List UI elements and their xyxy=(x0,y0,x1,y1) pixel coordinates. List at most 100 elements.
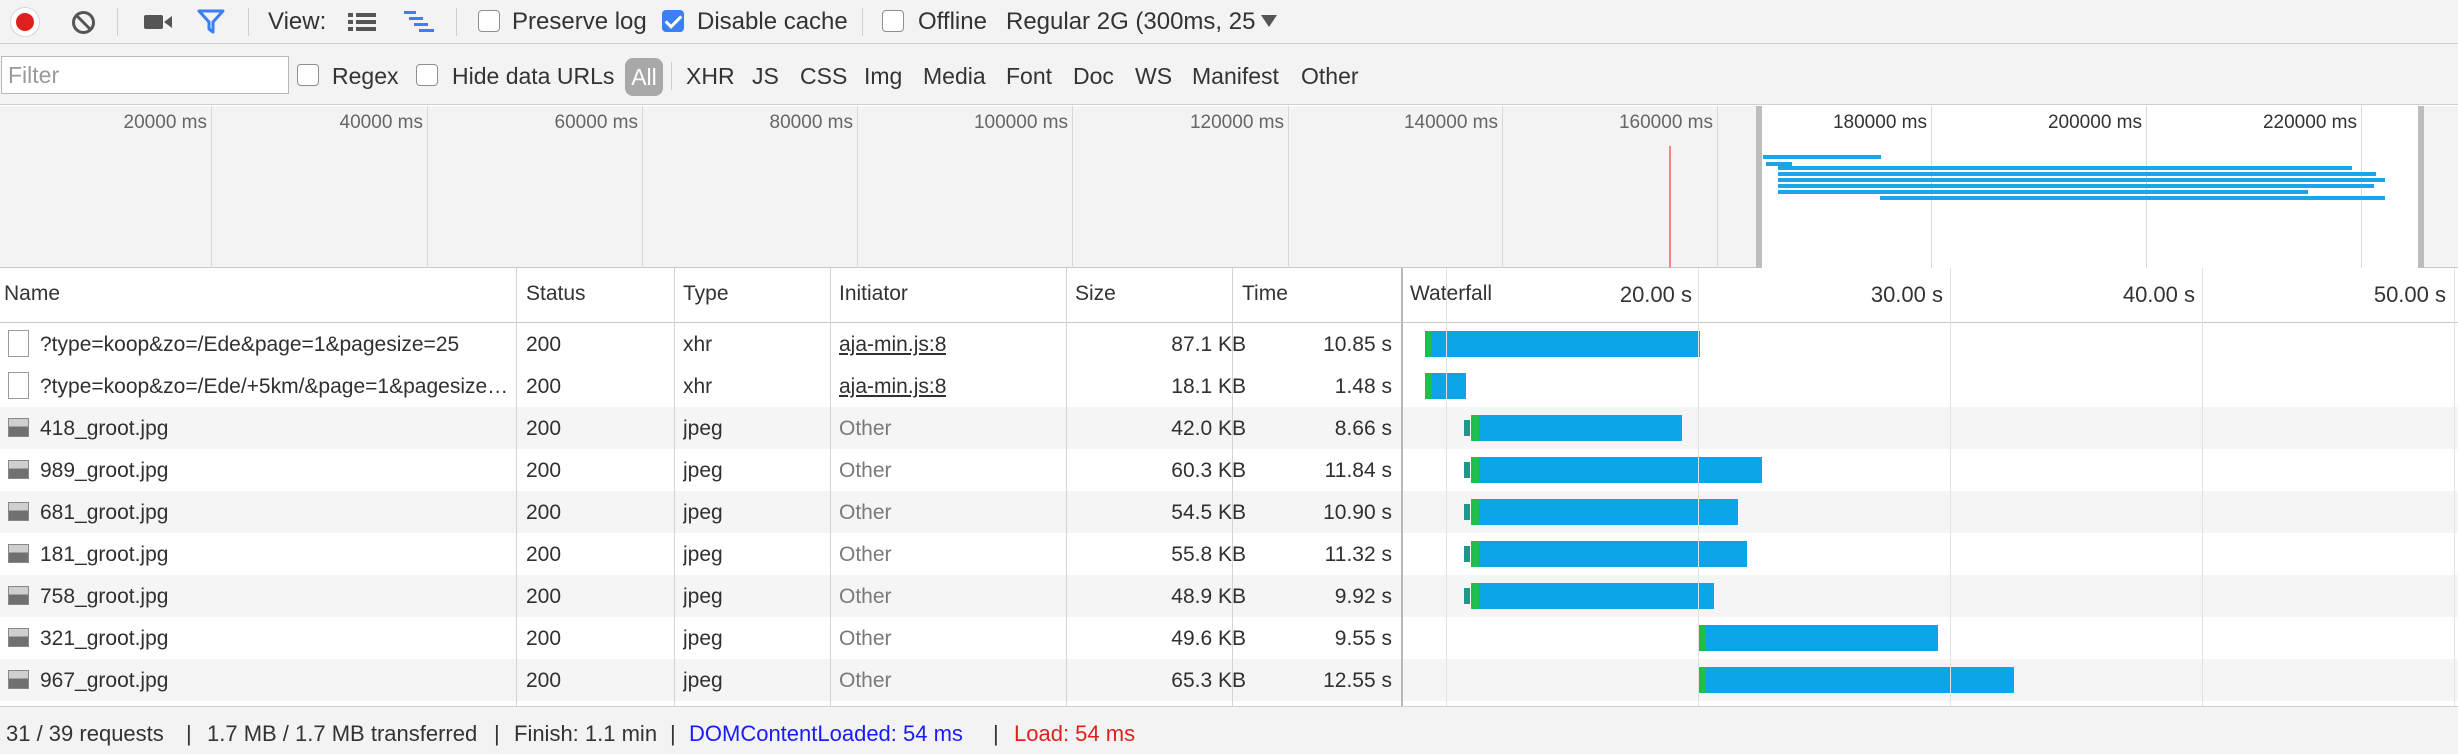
table-row[interactable]: 681_groot.jpg 200 jpeg Other 54.5 KB 10.… xyxy=(0,491,2458,533)
request-name[interactable]: 989_groot.jpg xyxy=(40,459,510,483)
disable-cache-label: Disable cache xyxy=(697,8,848,35)
request-initiator-link[interactable]: aja-min.js:8 xyxy=(839,375,946,399)
image-icon xyxy=(8,460,29,479)
column-divider[interactable] xyxy=(1401,268,1403,706)
type-filter-other[interactable]: Other xyxy=(1301,62,1359,90)
request-name[interactable]: 181_groot.jpg xyxy=(40,543,510,567)
request-time: 11.32 s xyxy=(1324,543,1392,566)
type-filter-media[interactable]: Media xyxy=(923,62,986,90)
column-header-type[interactable]: Type xyxy=(683,282,729,306)
request-name[interactable]: ?type=koop&zo=/Ede/+5km/&page=1&pagesize… xyxy=(40,375,510,399)
request-name[interactable]: 321_groot.jpg xyxy=(40,627,510,651)
waterfall-gridline xyxy=(2202,268,2203,706)
request-initiator: Other xyxy=(839,669,892,692)
waterfall-gridline xyxy=(2454,268,2455,706)
overview-tick: 80000 ms xyxy=(769,112,853,133)
table-row[interactable]: 181_groot.jpg 200 jpeg Other 55.8 KB 11.… xyxy=(0,533,2458,575)
table-row[interactable]: ?type=koop&zo=/Ede/+5km/&page=1&pagesize… xyxy=(0,365,2458,407)
show-overview-button[interactable] xyxy=(403,9,435,35)
type-filter-img[interactable]: Img xyxy=(864,62,902,90)
column-header-name[interactable]: Name xyxy=(4,282,60,306)
request-name[interactable]: 681_groot.jpg xyxy=(40,501,510,525)
view-label: View: xyxy=(268,8,327,35)
clear-button[interactable] xyxy=(70,9,97,36)
disable-cache-checkbox[interactable] xyxy=(662,10,684,32)
overview-tick: 100000 ms xyxy=(973,112,1068,133)
request-initiator: Other xyxy=(839,417,892,440)
table-row[interactable]: ?type=koop&zo=/Ede&page=1&pagesize=25 20… xyxy=(0,323,2458,365)
request-time: 8.66 s xyxy=(1334,417,1392,440)
waterfall-icon xyxy=(404,11,434,32)
type-filter-font[interactable]: Font xyxy=(1006,62,1052,90)
type-filter-css[interactable]: CSS xyxy=(800,62,847,90)
request-size: 42.0 KB xyxy=(1171,417,1246,440)
waterfall-gridline xyxy=(1446,268,1447,706)
request-time: 11.84 s xyxy=(1324,459,1392,482)
offline-label: Offline xyxy=(918,8,987,35)
filter-input[interactable] xyxy=(1,56,289,94)
request-time: 9.55 s xyxy=(1334,627,1392,650)
request-table-body: ?type=koop&zo=/Ede&page=1&pagesize=25 20… xyxy=(0,323,2458,706)
large-request-rows-button[interactable] xyxy=(347,10,377,34)
regex-checkbox[interactable] xyxy=(297,64,319,86)
request-name[interactable]: 967_groot.jpg xyxy=(40,669,510,693)
record-button[interactable] xyxy=(10,7,40,37)
dom-content-loaded-time: DOMContentLoaded: 54 ms xyxy=(689,721,963,746)
request-name[interactable]: 758_groot.jpg xyxy=(40,585,510,609)
column-header-size[interactable]: Size xyxy=(1075,282,1116,306)
request-size: 49.6 KB xyxy=(1171,627,1246,650)
preserve-log-checkbox[interactable] xyxy=(478,10,500,32)
filter-toggle-button[interactable] xyxy=(196,8,226,36)
type-filter-manifest[interactable]: Manifest xyxy=(1192,62,1279,90)
summary-separator: | xyxy=(494,721,500,746)
overview-gridline xyxy=(427,106,428,268)
request-size: 18.1 KB xyxy=(1171,375,1246,398)
waterfall-queue-bar xyxy=(1464,504,1470,520)
timeline-overview[interactable]: 20000 ms 40000 ms 60000 ms 80000 ms 1000… xyxy=(0,106,2458,268)
request-status: 200 xyxy=(526,585,562,608)
column-divider[interactable] xyxy=(516,268,517,706)
request-status: 200 xyxy=(526,543,562,566)
funnel-icon xyxy=(197,9,225,34)
image-icon xyxy=(8,502,29,521)
overview-tick: 120000 ms xyxy=(1189,112,1284,133)
overview-tick: 20000 ms xyxy=(123,112,207,133)
table-row[interactable]: 758_groot.jpg 200 jpeg Other 48.9 KB 9.9… xyxy=(0,575,2458,617)
column-header-status[interactable]: Status xyxy=(526,282,586,306)
table-row[interactable]: 989_groot.jpg 200 jpeg Other 60.3 KB 11.… xyxy=(0,449,2458,491)
type-filter-doc[interactable]: Doc xyxy=(1073,62,1114,90)
table-row[interactable]: 967_groot.jpg 200 jpeg Other 65.3 KB 12.… xyxy=(0,659,2458,701)
type-filter-js[interactable]: JS xyxy=(752,62,779,90)
column-divider[interactable] xyxy=(1232,268,1233,706)
table-row[interactable]: 321_groot.jpg 200 jpeg Other 49.6 KB 9.5… xyxy=(0,617,2458,659)
request-initiator: Other xyxy=(839,585,892,608)
hide-data-urls-checkbox[interactable] xyxy=(416,64,438,86)
waterfall-download-bar xyxy=(1432,373,1466,399)
overview-gridline xyxy=(1502,106,1503,268)
toolbar-divider xyxy=(456,8,457,36)
waterfall-tick: 50.00 s xyxy=(2373,282,2446,307)
column-divider[interactable] xyxy=(830,268,831,706)
table-row[interactable]: 418_groot.jpg 200 jpeg Other 42.0 KB 8.6… xyxy=(0,407,2458,449)
column-header-initiator[interactable]: Initiator xyxy=(839,282,908,306)
request-name[interactable]: 418_groot.jpg xyxy=(40,417,510,441)
request-initiator: Other xyxy=(839,543,892,566)
request-type: jpeg xyxy=(683,543,723,566)
column-divider[interactable] xyxy=(674,268,675,706)
type-filter-ws[interactable]: WS xyxy=(1135,62,1172,90)
throttling-select[interactable]: Regular 2G (300ms, 25 xyxy=(1004,0,1286,44)
waterfall-download-bar xyxy=(1431,331,1700,357)
request-initiator-link[interactable]: aja-min.js:8 xyxy=(839,333,946,357)
type-filter-all[interactable]: All xyxy=(625,58,663,96)
column-header-time[interactable]: Time xyxy=(1242,282,1288,306)
overview-request-bar xyxy=(1778,178,2385,182)
type-filter-xhr[interactable]: XHR xyxy=(686,62,735,90)
toolbar-divider xyxy=(117,8,118,36)
overview-tick: 60000 ms xyxy=(554,112,638,133)
request-name[interactable]: ?type=koop&zo=/Ede&page=1&pagesize=25 xyxy=(40,333,510,357)
column-divider[interactable] xyxy=(1066,268,1067,706)
request-time: 10.85 s xyxy=(1323,333,1392,356)
offline-checkbox[interactable] xyxy=(882,10,904,32)
capture-screenshots-button[interactable] xyxy=(143,10,173,34)
column-header-waterfall[interactable]: Waterfall xyxy=(1410,282,1492,306)
